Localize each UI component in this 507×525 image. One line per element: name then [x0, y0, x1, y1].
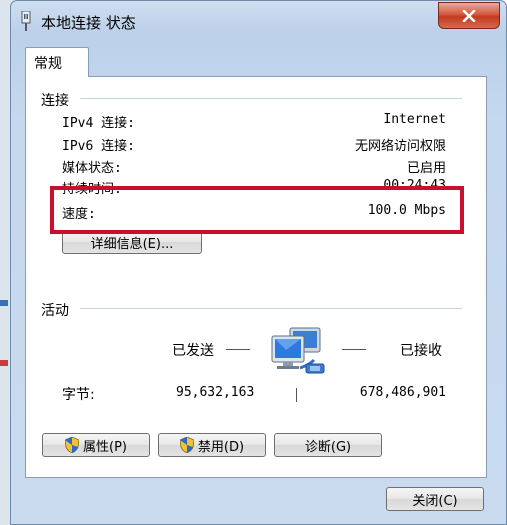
media-state-label: 媒体状态:: [62, 161, 122, 176]
disable-button[interactable]: 禁用(D): [158, 433, 266, 457]
activity-group-label: 活动: [41, 303, 69, 319]
connection-group-label: 连接: [41, 93, 69, 109]
ipv4-label: IPv4 连接:: [62, 116, 135, 131]
ipv6-label: IPv6 连接:: [62, 139, 135, 154]
uac-shield-icon: [65, 437, 79, 453]
activity-center-divider: [296, 388, 297, 402]
bytes-sent-value: 95,632,163: [176, 385, 255, 400]
bytes-label: 字节:: [62, 387, 95, 403]
close-button-label: 关闭(C): [412, 493, 458, 509]
network-adapter-icon: [21, 11, 31, 31]
connection-group-divider: [80, 98, 462, 99]
diagnose-button-label: 诊断(G): [304, 439, 352, 455]
desktop-fragment: [0, 300, 8, 306]
sent-connector-line: [226, 349, 250, 350]
sent-label: 已发送: [172, 343, 214, 359]
close-window-button[interactable]: [438, 2, 500, 29]
ipv4-value: Internet: [383, 112, 446, 127]
network-computers-icon: [271, 327, 325, 374]
media-state-value: 已启用: [406, 161, 446, 176]
activity-group-divider: [80, 308, 462, 309]
close-button[interactable]: 关闭(C): [386, 487, 484, 511]
diagnose-button[interactable]: 诊断(G): [274, 433, 382, 457]
uac-shield-icon: [179, 437, 194, 453]
disable-button-label: 禁用(D): [197, 439, 245, 455]
bytes-received-value: 678,486,901: [359, 385, 446, 400]
window-title: 本地连接 状态: [41, 14, 136, 32]
ipv6-value: 无网络访问权限: [354, 139, 446, 154]
speed-highlight-box: [50, 186, 464, 234]
properties-button[interactable]: 属性(P): [42, 433, 150, 457]
title-bar[interactable]: 本地连接 状态: [11, 1, 506, 39]
received-connector-line: [342, 349, 366, 350]
details-button-label: 详细信息(E)...: [90, 236, 174, 252]
desktop-fragment: [0, 360, 8, 366]
properties-button-label: 属性(P): [83, 439, 127, 455]
received-label: 已接收: [400, 343, 442, 359]
close-icon: [462, 9, 476, 22]
tab-general[interactable]: 常规: [25, 47, 89, 77]
